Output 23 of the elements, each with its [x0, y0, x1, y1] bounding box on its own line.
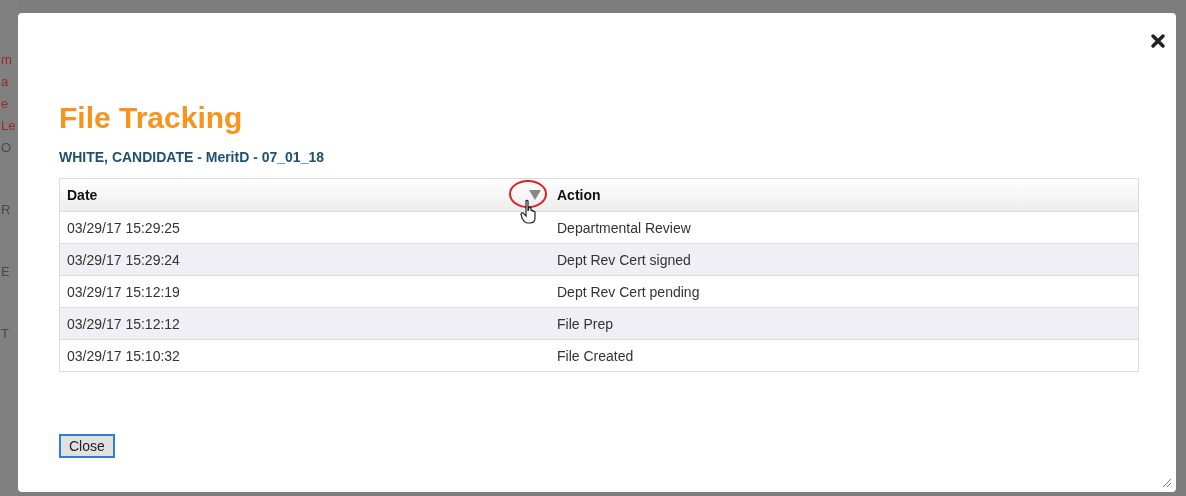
table-cell-text: 03/29/17 15:12:12 — [66, 315, 181, 332]
dialog-subtitle: WHITE, CANDIDATE - MeritD - 07_01_18 — [59, 149, 325, 165]
background-text: m — [1, 52, 12, 68]
table-cell-text: 03/29/17 15:29:24 — [66, 251, 181, 268]
table-cell-text: 03/29/17 15:12:19 — [66, 283, 181, 300]
sort-triangle-icon[interactable] — [529, 190, 541, 200]
background-text: Le — [1, 118, 16, 134]
close-button[interactable]: Close — [59, 434, 115, 458]
resize-grip-icon[interactable] — [1160, 476, 1172, 488]
background-text: a — [1, 74, 9, 90]
table-cell-text: Dept Rev Cert signed — [556, 251, 692, 268]
table-cell-text: Dept Rev Cert pending — [556, 283, 701, 300]
dialog-title: File Tracking — [59, 101, 244, 135]
table-cell-text: 03/29/17 15:29:25 — [66, 219, 181, 236]
column-header[interactable]: Action — [557, 187, 601, 203]
column-header[interactable]: Date — [67, 187, 98, 203]
table-cell-text: File Created — [556, 347, 635, 364]
table-cell-text: Departmental Review — [556, 219, 692, 236]
background-text: e — [1, 96, 9, 112]
close-icon[interactable] — [1150, 33, 1166, 49]
table-cell-text: 03/29/17 15:10:32 — [66, 347, 181, 364]
table-cell-text: File Prep — [556, 315, 615, 332]
annotation-circle — [508, 179, 548, 209]
